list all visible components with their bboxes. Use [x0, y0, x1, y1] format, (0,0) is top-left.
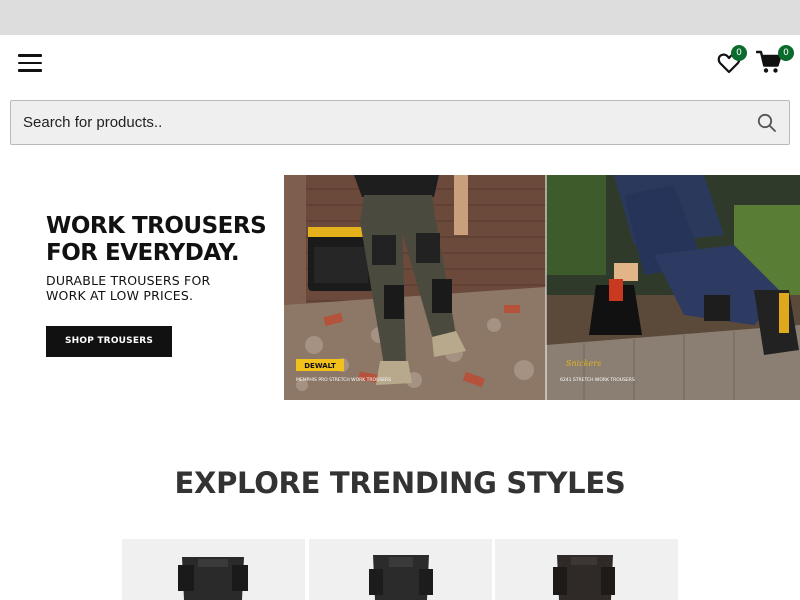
hamburger-menu-icon[interactable]: [18, 54, 42, 72]
cart-count-badge: 0: [778, 45, 794, 61]
product-image: [369, 555, 433, 600]
hero-subtitle: DURABLE TROUSERS FOR WORK AT LOW PRICES.: [46, 273, 276, 303]
hero-subtitle-line-1: DURABLE TROUSERS FOR: [46, 273, 211, 288]
product-card[interactable]: [122, 539, 305, 600]
snickers-logo-text: Snickers: [566, 359, 601, 368]
product-card[interactable]: [309, 539, 492, 600]
hero-photo-illustration: DEWALT MEMPHIS PRO STRETCH WORK TROUSERS: [284, 175, 800, 400]
hero-banner: WORK TROUSERS FOR EVERYDAY. DURABLE TROU…: [0, 175, 800, 400]
wishlist-count-badge: 0: [731, 45, 747, 61]
shop-trousers-button[interactable]: SHOP TROUSERS: [46, 326, 172, 357]
product-image: [553, 555, 615, 600]
hero-subtitle-line-2: WORK AT LOW PRICES.: [46, 288, 194, 303]
search-bar: [10, 100, 790, 145]
site-header: 0 0: [0, 35, 800, 93]
hero-text-block: WORK TROUSERS FOR EVERYDAY. DURABLE TROU…: [46, 213, 276, 303]
product-card[interactable]: [495, 539, 678, 600]
search-icon[interactable]: [757, 113, 777, 133]
hero-title: WORK TROUSERS FOR EVERYDAY.: [46, 213, 276, 267]
product-image: [178, 557, 248, 600]
top-announcement-bar: [0, 0, 800, 35]
trending-product-grid: [122, 539, 678, 600]
snickers-caption: 6241 STRETCH WORK TROUSERS: [560, 377, 635, 383]
dewalt-caption: MEMPHIS PRO STRETCH WORK TROUSERS: [296, 377, 391, 383]
hero-title-line-2: FOR EVERYDAY.: [46, 240, 240, 266]
trending-section-title: EXPLORE TRENDING STYLES: [174, 466, 626, 500]
hero-image[interactable]: DEWALT MEMPHIS PRO STRETCH WORK TROUSERS: [284, 175, 800, 400]
wishlist-button[interactable]: 0: [717, 45, 747, 77]
hero-title-line-1: WORK TROUSERS: [46, 213, 267, 239]
search-input[interactable]: [11, 101, 741, 144]
dewalt-logo-text: DEWALT: [304, 362, 336, 370]
cart-button[interactable]: 0: [755, 45, 794, 77]
